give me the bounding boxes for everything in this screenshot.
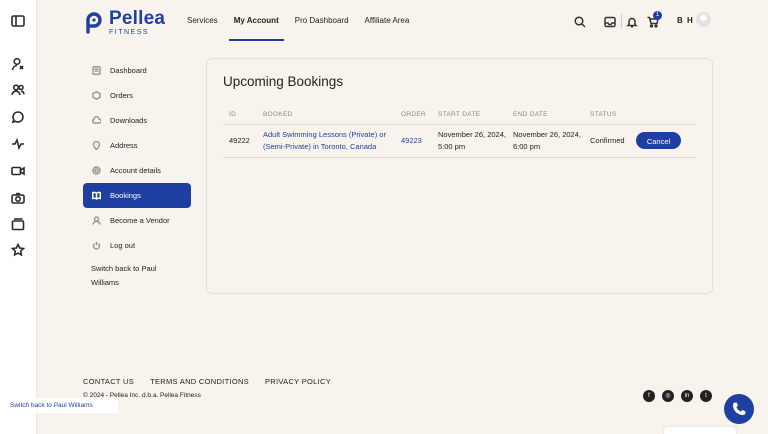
menu-item-address[interactable]: Address [83, 133, 191, 158]
floating-switch-back-link[interactable]: Switch back to Paul Williams [0, 398, 118, 413]
bell-icon[interactable] [626, 15, 638, 28]
dashboard-icon [92, 66, 101, 75]
sidebar-toggle-icon[interactable] [11, 14, 25, 28]
col-end-date: END DATE [513, 111, 548, 118]
menu-item-logout[interactable]: Log out [83, 233, 191, 258]
bookings-panel: Upcoming Bookings ID BOOKED ORDER START … [206, 58, 713, 294]
orders-icon [92, 91, 101, 100]
header-divider [621, 14, 622, 28]
chat-widget-tab[interactable] [664, 427, 736, 434]
person-icon [92, 216, 101, 225]
menu-item-become-vendor[interactable]: Become a Vendor [83, 208, 191, 233]
col-start-date: START DATE [438, 111, 481, 118]
account-menu: Dashboard Orders Downloads Address Accou… [83, 58, 191, 290]
booking-service-link[interactable]: Adult Swimming Lessons (Private) or (Sem… [263, 129, 393, 153]
order-link[interactable]: 49223 [401, 135, 422, 147]
footer-links: CONTACT US TERMS AND CONDITIONS PRIVACY … [83, 377, 347, 386]
menu-item-downloads[interactable]: Downloads [83, 108, 191, 133]
page-title: Upcoming Bookings [223, 74, 344, 89]
bookings-table: ID BOOKED ORDER START DATE END DATE STAT… [223, 107, 696, 158]
site-header: Pellea FITNESS Services My Account Pro D… [37, 0, 768, 42]
end-date: November 26, 2024, 6:00 pm [513, 130, 581, 151]
status-badge: Confirmed [590, 136, 625, 145]
video-icon[interactable] [11, 164, 25, 178]
menu-item-orders[interactable]: Orders [83, 83, 191, 108]
user-initials[interactable]: B H [677, 16, 694, 25]
menu-item-bookings[interactable]: Bookings [83, 183, 191, 208]
menu-item-label: Become a Vendor [110, 216, 170, 225]
activity-icon[interactable] [11, 137, 25, 151]
left-toolbar [0, 0, 37, 434]
col-order: ORDER [401, 111, 426, 118]
booking-id: 49222 [229, 136, 250, 145]
cards-icon[interactable] [11, 217, 25, 231]
switch-back-link[interactable]: Switch back to Paul Williams [83, 262, 183, 290]
col-id: ID [229, 111, 237, 118]
nav-pro-dashboard[interactable]: Pro Dashboard [295, 0, 349, 42]
menu-item-label: Orders [110, 91, 133, 100]
call-button[interactable] [724, 394, 754, 424]
footer-privacy-link[interactable]: PRIVACY POLICY [265, 377, 331, 386]
avatar[interactable] [696, 12, 711, 27]
footer-contact-link[interactable]: CONTACT US [83, 377, 134, 386]
user-icon[interactable] [11, 57, 25, 71]
start-date: November 26, 2024, 5:00 pm [438, 130, 506, 151]
brand-tagline: FITNESS [109, 29, 150, 36]
menu-item-label: Log out [110, 241, 136, 250]
users-icon[interactable] [11, 83, 25, 97]
twitter-icon[interactable]: t [700, 390, 712, 402]
menu-item-label: Bookings [110, 191, 141, 200]
book-icon [92, 191, 101, 200]
menu-item-account-details[interactable]: Account details [83, 158, 191, 183]
main-nav: Services My Account Pro Dashboard Affili… [187, 0, 425, 42]
power-icon [92, 241, 101, 250]
table-header: ID BOOKED ORDER START DATE END DATE STAT… [223, 107, 696, 125]
table-row: 49222 Adult Swimming Lessons (Private) o… [223, 125, 696, 158]
star-icon[interactable] [11, 243, 25, 257]
inbox-icon[interactable] [604, 15, 616, 28]
facebook-icon[interactable]: f [643, 390, 655, 402]
gear-icon [92, 166, 101, 175]
brand-name: Pellea [109, 8, 166, 29]
camera-icon[interactable] [11, 191, 25, 205]
menu-item-dashboard[interactable]: Dashboard [83, 58, 191, 83]
col-booked: BOOKED [263, 111, 293, 118]
cancel-button[interactable]: Cancel [636, 132, 681, 149]
menu-item-label: Downloads [110, 116, 148, 125]
nav-affiliate-area[interactable]: Affiliate Area [365, 0, 410, 42]
phone-icon [733, 402, 746, 415]
nav-services[interactable]: Services [187, 0, 218, 42]
nav-my-account[interactable]: My Account [228, 0, 284, 42]
pellea-logo-icon [86, 11, 102, 34]
instagram-icon[interactable]: ◎ [662, 390, 674, 402]
download-icon [92, 116, 101, 125]
col-status: STATUS [590, 111, 617, 118]
menu-item-label: Address [110, 141, 138, 150]
search-icon[interactable] [574, 15, 586, 28]
linkedin-icon[interactable]: in [681, 390, 693, 402]
location-pin-icon [92, 141, 101, 150]
footer-terms-link[interactable]: TERMS AND CONDITIONS [150, 377, 249, 386]
cart-count-badge: 1 [653, 11, 662, 20]
menu-item-label: Dashboard [110, 66, 147, 75]
menu-item-label: Account details [110, 166, 161, 175]
main-area: Pellea FITNESS Services My Account Pro D… [37, 0, 768, 434]
brand-logo[interactable]: Pellea FITNESS [84, 9, 165, 36]
chat-icon[interactable] [11, 110, 25, 124]
